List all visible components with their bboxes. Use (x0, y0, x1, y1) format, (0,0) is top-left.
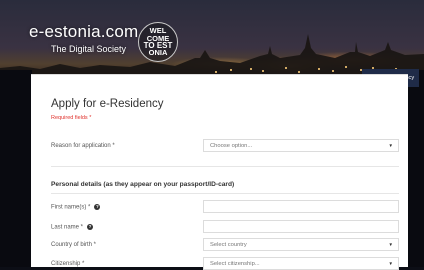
logo-title: e-estonia.com (29, 22, 139, 41)
site-logo[interactable]: e-estonia.com The Digital Society (29, 22, 139, 55)
last-name-input[interactable] (203, 220, 399, 233)
logo-subtitle: The Digital Society (51, 44, 127, 54)
application-form-card: Apply for e-Residency Required fields * … (31, 74, 408, 270)
reason-select-value: Choose option... (210, 142, 253, 149)
info-icon[interactable]: ? (94, 204, 101, 210)
citizenship-label: Citizenship * (51, 261, 85, 267)
chevron-down-icon: ▼ (388, 261, 393, 266)
citizenship-value: Select citizenship... (210, 260, 260, 267)
first-name-input[interactable] (203, 200, 399, 213)
country-of-birth-value: Select country (210, 241, 247, 248)
chevron-down-icon: ▼ (388, 242, 393, 247)
personal-details-heading: Personal details (as they appear on your… (51, 181, 235, 188)
first-name-label: First name(s) *? (51, 204, 101, 211)
right-backdrop (408, 70, 424, 267)
last-name-label: Last name *? (51, 224, 94, 231)
left-backdrop (0, 70, 32, 267)
reason-label: Reason for application * (51, 143, 115, 149)
divider (51, 166, 399, 167)
reason-select[interactable]: Choose option... ▼ (203, 139, 399, 152)
info-icon[interactable]: ? (87, 224, 94, 230)
page-title: Apply for e-Residency (51, 98, 164, 110)
last-name-label-text: Last name * (51, 224, 84, 231)
welcome-badge: WEL COME TO EST ONIA (138, 22, 178, 62)
citizenship-select[interactable]: Select citizenship... ▼ (203, 257, 399, 270)
first-name-label-text: First name(s) * (51, 204, 91, 211)
country-of-birth-label: Country of birth * (51, 242, 97, 248)
required-fields-note: Required fields * (51, 115, 92, 121)
divider (51, 193, 399, 194)
badge-line: ONIA (148, 48, 168, 58)
chevron-down-icon: ▼ (388, 143, 393, 148)
country-of-birth-select[interactable]: Select country ▼ (203, 238, 399, 251)
